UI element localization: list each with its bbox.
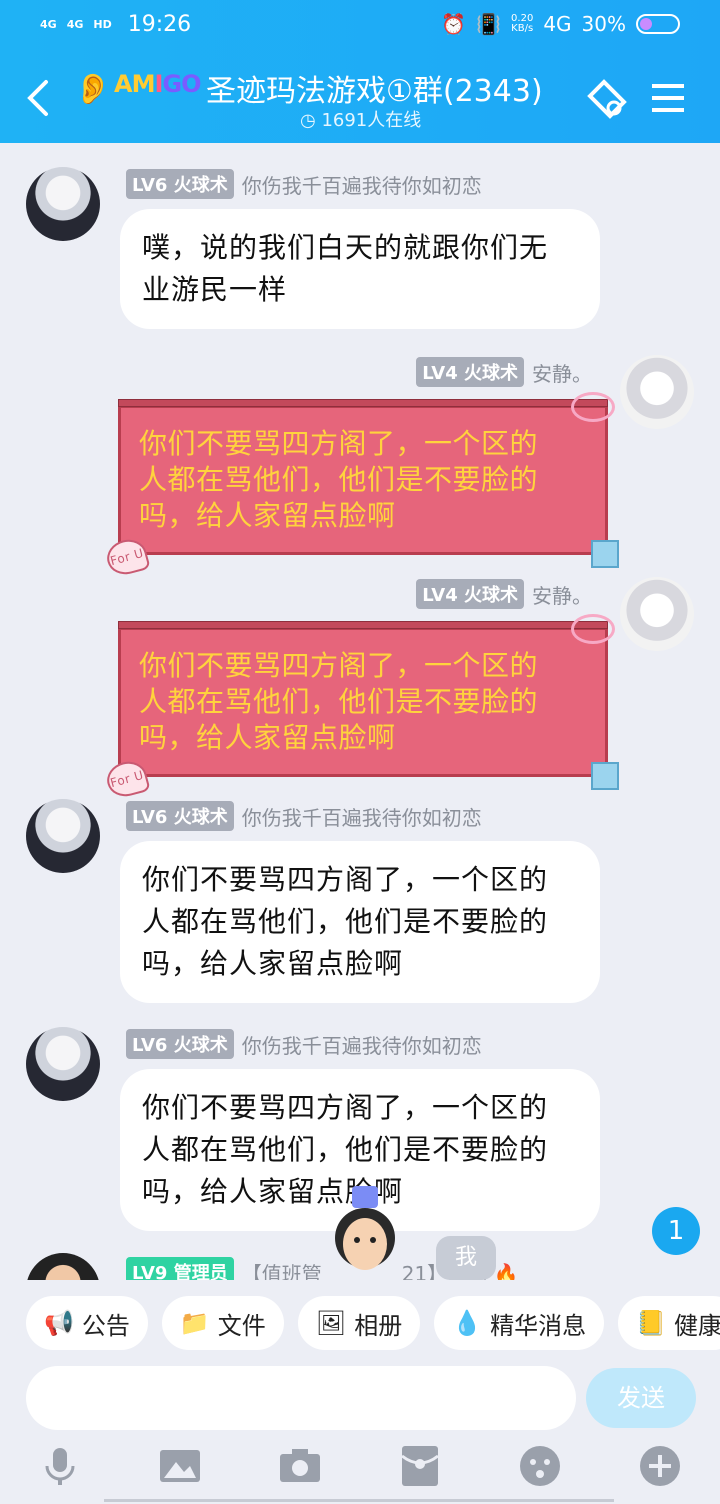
message-line: 你们不要骂四方阁了，一个区的	[139, 649, 539, 682]
message-line: 你们不要骂四方阁了，一个区的	[142, 1091, 549, 1124]
online-count: ◷ 1691人在线	[300, 110, 422, 131]
avatar[interactable]	[620, 577, 694, 651]
gift-icon	[591, 762, 619, 790]
message-input[interactable]	[26, 1366, 576, 1430]
message-line: 人都在骂他们，他们是不要脸的	[139, 685, 539, 718]
level-badge: LV6 火球术	[126, 1029, 234, 1059]
sender-meta: LV6 火球术 你伤我千百遍我待你如初恋	[126, 169, 482, 199]
vibrate-icon: 📳	[476, 12, 502, 36]
camera-icon[interactable]	[278, 1444, 322, 1488]
message-line: 吗，给人家留点脸啊	[139, 499, 396, 532]
message-line: 业游民一样	[142, 273, 288, 306]
image-icon[interactable]	[158, 1444, 202, 1488]
quick-actions: 📢 公告 📁 文件 🖼 相册 💧 精华消息 📒 健康	[0, 1296, 720, 1354]
bow-icon	[571, 392, 615, 422]
alarm-icon: ⏰	[441, 12, 467, 36]
level-badge: LV6 火球术	[126, 801, 234, 831]
megaphone-icon: 📢	[44, 1309, 74, 1337]
sender-meta: LV4 火球术 安静。	[416, 579, 592, 609]
message-line: 人都在骂他们，他们是不要脸的	[142, 1133, 549, 1166]
health-icon: 📒	[636, 1309, 667, 1337]
files-chip[interactable]: 📁 文件	[161, 1296, 284, 1350]
message-line: 吗，给人家留点脸啊	[142, 947, 404, 980]
battery-percent: 30%	[581, 12, 626, 36]
level-badge: LV6 火球术	[126, 169, 234, 199]
sender-name[interactable]: 你伤我千百遍我待你如初恋	[242, 802, 482, 831]
message-line: 你们不要骂四方阁了，一个区的	[139, 427, 539, 460]
ear-icon[interactable]: 👂	[74, 72, 111, 107]
send-button[interactable]: 发送	[586, 1368, 696, 1428]
essence-icon: 💧	[452, 1309, 483, 1337]
avatar[interactable]	[26, 167, 100, 241]
clock: 19:26	[127, 12, 192, 37]
level-badge: LV9 管理员	[126, 1257, 234, 1280]
gift-icon	[591, 540, 619, 568]
sender-name[interactable]: 安静。	[532, 358, 592, 387]
avatar[interactable]	[26, 1027, 100, 1101]
message-line: 你们不要骂四方阁了，一个区的	[142, 863, 549, 896]
hd-icon: HD	[93, 18, 112, 31]
me-bubble[interactable]: 我	[436, 1236, 496, 1280]
emoji-icon[interactable]	[518, 1444, 562, 1488]
message-line: 人都在骂他们，他们是不要脸的	[139, 463, 539, 496]
sender-meta: LV4 火球术 安静。	[416, 357, 592, 387]
redpacket-icon[interactable]	[398, 1444, 442, 1488]
message-line: 吗，给人家留点脸啊	[139, 721, 396, 754]
battery-icon	[636, 14, 680, 34]
avatar[interactable]	[26, 799, 100, 873]
top-bar: 4G 4G HD 19:26 ⏰ 📳 0.20 KB/s 4G 30% 👂 AMI…	[0, 0, 720, 143]
toolbar	[0, 1440, 720, 1504]
message-bubble[interactable]: For U 你们不要骂四方阁了，一个区的 人都在骂他们，他们是不要脸的 吗，给人…	[103, 614, 619, 801]
group-title[interactable]: 圣迹玛法游戏①群(2343)	[206, 66, 543, 110]
sender-meta: LV6 火球术 你伤我千百遍我待你如初恋	[126, 1029, 482, 1059]
folder-icon: 📁	[179, 1309, 210, 1337]
back-icon[interactable]	[24, 78, 54, 118]
message-line: 噗，说的我们白天的就跟你们无	[142, 231, 549, 264]
bow-icon	[571, 614, 615, 644]
album-chip[interactable]: 🖼 相册	[297, 1296, 421, 1350]
net-speed: 0.20 KB/s	[511, 13, 534, 34]
photo-icon: 🖼	[315, 1309, 347, 1337]
signal-1: 4G	[40, 18, 57, 31]
group-call-icon[interactable]	[584, 76, 630, 122]
signal-2: 4G	[66, 18, 84, 31]
input-row: 发送	[26, 1366, 696, 1430]
plus-icon[interactable]	[638, 1444, 682, 1488]
essence-chip[interactable]: 💧 精华消息	[434, 1296, 605, 1350]
sender-name[interactable]: 你伤我千百遍我待你如初恋	[242, 1030, 482, 1059]
chat-area[interactable]: LV6 火球术 你伤我千百遍我待你如初恋 噗，说的我们白天的就跟你们无 业游民一…	[0, 143, 720, 1280]
sender-name[interactable]: 安静。	[532, 580, 592, 609]
mic-icon[interactable]	[38, 1444, 82, 1488]
health-chip[interactable]: 📒 健康	[618, 1296, 720, 1350]
message-line: 人都在骂他们，他们是不要脸的	[142, 905, 549, 938]
heart-icon: For U	[103, 757, 151, 801]
sender-meta: LV6 火球术 你伤我千百遍我待你如初恋	[126, 801, 482, 831]
bottom-panel: 📢 公告 📁 文件 🖼 相册 💧 精华消息 📒 健康 发送	[0, 1280, 720, 1504]
signal-3: 4G	[543, 12, 572, 36]
message-bubble[interactable]: 你们不要骂四方阁了，一个区的 人都在骂他们，他们是不要脸的 吗，给人家留点脸啊	[120, 841, 600, 1003]
announcement-chip[interactable]: 📢 公告	[26, 1296, 148, 1350]
sender-name[interactable]: 你伤我千百遍我待你如初恋	[242, 170, 482, 199]
message-bubble[interactable]: 噗，说的我们白天的就跟你们无 业游民一样	[120, 209, 600, 329]
level-badge: LV4 火球术	[416, 357, 524, 387]
menu-icon[interactable]	[650, 80, 686, 116]
group-logo: AMIGO	[114, 70, 202, 98]
home-indicator	[104, 1499, 614, 1502]
floating-sticker[interactable]	[328, 1186, 402, 1280]
avatar[interactable]	[26, 1253, 100, 1280]
avatar[interactable]	[620, 355, 694, 429]
level-badge: LV4 火球术	[416, 579, 524, 609]
message-bubble[interactable]: For U 你们不要骂四方阁了，一个区的 人都在骂他们，他们是不要脸的 吗，给人…	[103, 392, 619, 579]
status-bar: 4G 4G HD 19:26 ⏰ 📳 0.20 KB/s 4G 30%	[0, 0, 720, 52]
heart-icon: For U	[103, 535, 151, 579]
unread-badge[interactable]: 1	[652, 1207, 700, 1255]
